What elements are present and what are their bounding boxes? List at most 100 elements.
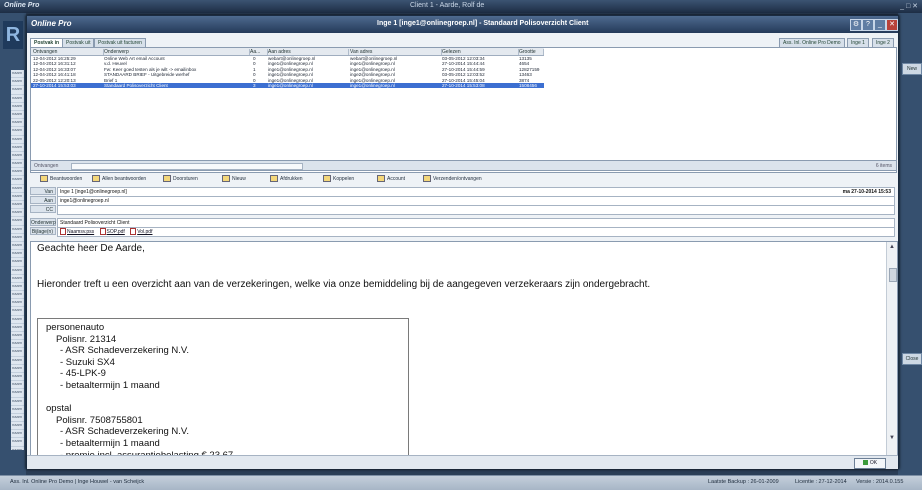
table-cell: v.d. Heuvel <box>104 61 127 67</box>
list-item[interactable]: naam <box>11 299 24 308</box>
policy-line: personenauto <box>46 322 105 333</box>
table-cell: inge1@onlinegroep.nl <box>268 83 313 88</box>
list-item[interactable]: naam <box>11 340 24 349</box>
list-item[interactable]: naam <box>11 365 24 373</box>
new-button[interactable]: New <box>902 63 922 75</box>
col-ontvangen[interactable]: Ontvangen <box>33 49 104 55</box>
reply-button[interactable]: Beantwoorden <box>40 174 82 184</box>
list-item[interactable]: naam <box>11 144 24 152</box>
list-item[interactable]: naam <box>11 103 24 111</box>
close-button[interactable]: Close <box>902 353 922 365</box>
table-cell: 27-10-2014 15:44:44 <box>442 61 485 67</box>
list-item[interactable]: naam <box>11 168 24 177</box>
list-item[interactable]: naam <box>11 209 24 218</box>
list-item[interactable]: naam <box>11 332 24 341</box>
list-item[interactable]: naam <box>11 217 24 226</box>
list-item[interactable]: naam <box>11 422 24 431</box>
window-controls[interactable]: _ □ ✕ <box>900 2 918 10</box>
reply-all-button[interactable]: Allen beantwoorden <box>92 174 146 184</box>
minimize-icon[interactable]: _ <box>874 19 886 31</box>
table-row[interactable]: 27-10-2014 15:53:03 Standaard Polisoverzi… <box>31 83 544 89</box>
list-item[interactable]: naam <box>11 438 24 447</box>
print-button[interactable]: Afdrukken <box>270 174 303 184</box>
list-item[interactable]: naam <box>11 291 24 300</box>
horizontal-scrollbar[interactable] <box>71 163 303 170</box>
list-item[interactable]: naam <box>11 250 24 259</box>
status-bar: Ass. Inl. Online Pro Demo | Inge Houwel … <box>0 475 922 490</box>
col-van-adres[interactable]: Van adres <box>350 49 442 55</box>
list-item[interactable]: naam <box>11 307 24 316</box>
status-versie: Versie : 2014.0.155 <box>856 479 904 485</box>
list-item[interactable]: naam <box>11 447 24 450</box>
list-item[interactable]: naam <box>11 357 24 365</box>
list-item[interactable]: naam <box>11 381 24 390</box>
tab-postvak-uit-facturen[interactable]: Postvak uit facturen <box>94 38 146 47</box>
list-item[interactable]: naam <box>11 185 24 193</box>
list-item[interactable]: naam <box>11 389 24 398</box>
ok-button[interactable]: OK <box>854 458 886 469</box>
list-item[interactable]: naam <box>11 267 24 275</box>
list-item[interactable]: naam <box>11 176 24 185</box>
list-item[interactable]: naam <box>11 160 24 169</box>
list-item[interactable]: naam <box>11 201 24 210</box>
scroll-up-icon[interactable]: ▲ <box>888 243 896 251</box>
table-cell: inge1@onlinegroep.nl <box>268 77 313 83</box>
cc-field[interactable] <box>57 205 895 215</box>
list-item[interactable]: naam <box>11 275 24 283</box>
table-cell: 1508456 <box>519 83 537 88</box>
col-grootte[interactable]: Grootte <box>519 49 544 55</box>
list-item[interactable]: naam <box>11 406 24 414</box>
list-item[interactable]: naam <box>11 95 24 103</box>
list-item[interactable]: naam <box>11 398 24 406</box>
list-item[interactable]: naam <box>11 373 24 382</box>
settings-icon[interactable]: ⚙ <box>850 19 862 31</box>
help-icon[interactable]: ? <box>862 19 874 31</box>
policy-line: - 45-LPK-9 <box>60 368 106 380</box>
app-title: Online Pro <box>4 2 40 9</box>
link-button[interactable]: Koppelen <box>323 174 354 184</box>
list-item[interactable]: naam <box>11 78 24 87</box>
list-item[interactable]: naam <box>11 111 24 120</box>
attachment-link[interactable]: SOP.pdf <box>99 228 125 236</box>
list-item[interactable]: naam <box>11 119 24 128</box>
attachment-link[interactable]: Vol.pdf <box>130 228 152 236</box>
attachment-link[interactable]: Naamsv.pss <box>60 228 94 236</box>
list-item[interactable]: naam <box>11 242 24 251</box>
close-icon[interactable]: ✕ <box>886 19 898 31</box>
col-aan-adres[interactable]: Aan adres <box>268 49 349 55</box>
list-item[interactable]: naam <box>11 258 24 267</box>
send-receive-button[interactable]: Verzenden/ontvangen <box>423 174 482 184</box>
email-intro: Hieronder treft u een overzicht aan van … <box>37 279 651 290</box>
list-item[interactable]: naam <box>11 348 24 357</box>
list-item[interactable]: naam <box>11 324 24 332</box>
email-list[interactable]: Ontvangen Onderwerp Aa... Aan adres Van … <box>30 47 897 173</box>
table-cell: 03-05-2012 12:03:52 <box>442 72 485 78</box>
policy-line: - Suzuki SX4 <box>60 356 115 368</box>
client-list[interactable]: naam naam naam naam naam naam naam naam naam naam… <box>11 70 24 450</box>
email-body[interactable]: Geachte heer De Aarde, Hieronder treft u… <box>30 241 898 456</box>
tab-postvak-in[interactable]: Postvak in <box>30 38 64 47</box>
col-onderwerp[interactable]: Onderwerp <box>104 49 250 55</box>
list-item[interactable]: naam <box>11 136 24 144</box>
tab-postvak-uit[interactable]: Postvak uit <box>62 38 95 47</box>
vertical-scrollbar[interactable]: ▲ ▼ <box>886 242 897 455</box>
list-item[interactable]: naam <box>11 234 24 242</box>
list-item[interactable]: naam <box>11 414 24 423</box>
scroll-down-icon[interactable]: ▼ <box>888 434 896 442</box>
list-item[interactable]: naam <box>11 86 24 95</box>
list-item[interactable]: naam <box>11 430 24 439</box>
list-item[interactable]: naam <box>11 152 24 161</box>
list-item[interactable]: naam <box>11 70 24 79</box>
list-item[interactable]: naam <box>11 226 24 234</box>
list-item[interactable]: naam <box>11 316 24 324</box>
scroll-thumb[interactable] <box>889 268 897 282</box>
new-mail-button[interactable]: Nieuw <box>222 174 246 184</box>
list-item[interactable]: naam <box>11 193 24 201</box>
col-attachments[interactable]: Aa... <box>250 49 268 55</box>
send-receive-icon <box>423 175 431 183</box>
col-gelezen[interactable]: Gelezen <box>442 49 519 55</box>
list-item[interactable]: naam <box>11 127 24 136</box>
forward-button[interactable]: Doorsturen <box>163 174 198 184</box>
list-item[interactable]: naam <box>11 283 24 292</box>
account-button[interactable]: Account <box>377 174 405 184</box>
